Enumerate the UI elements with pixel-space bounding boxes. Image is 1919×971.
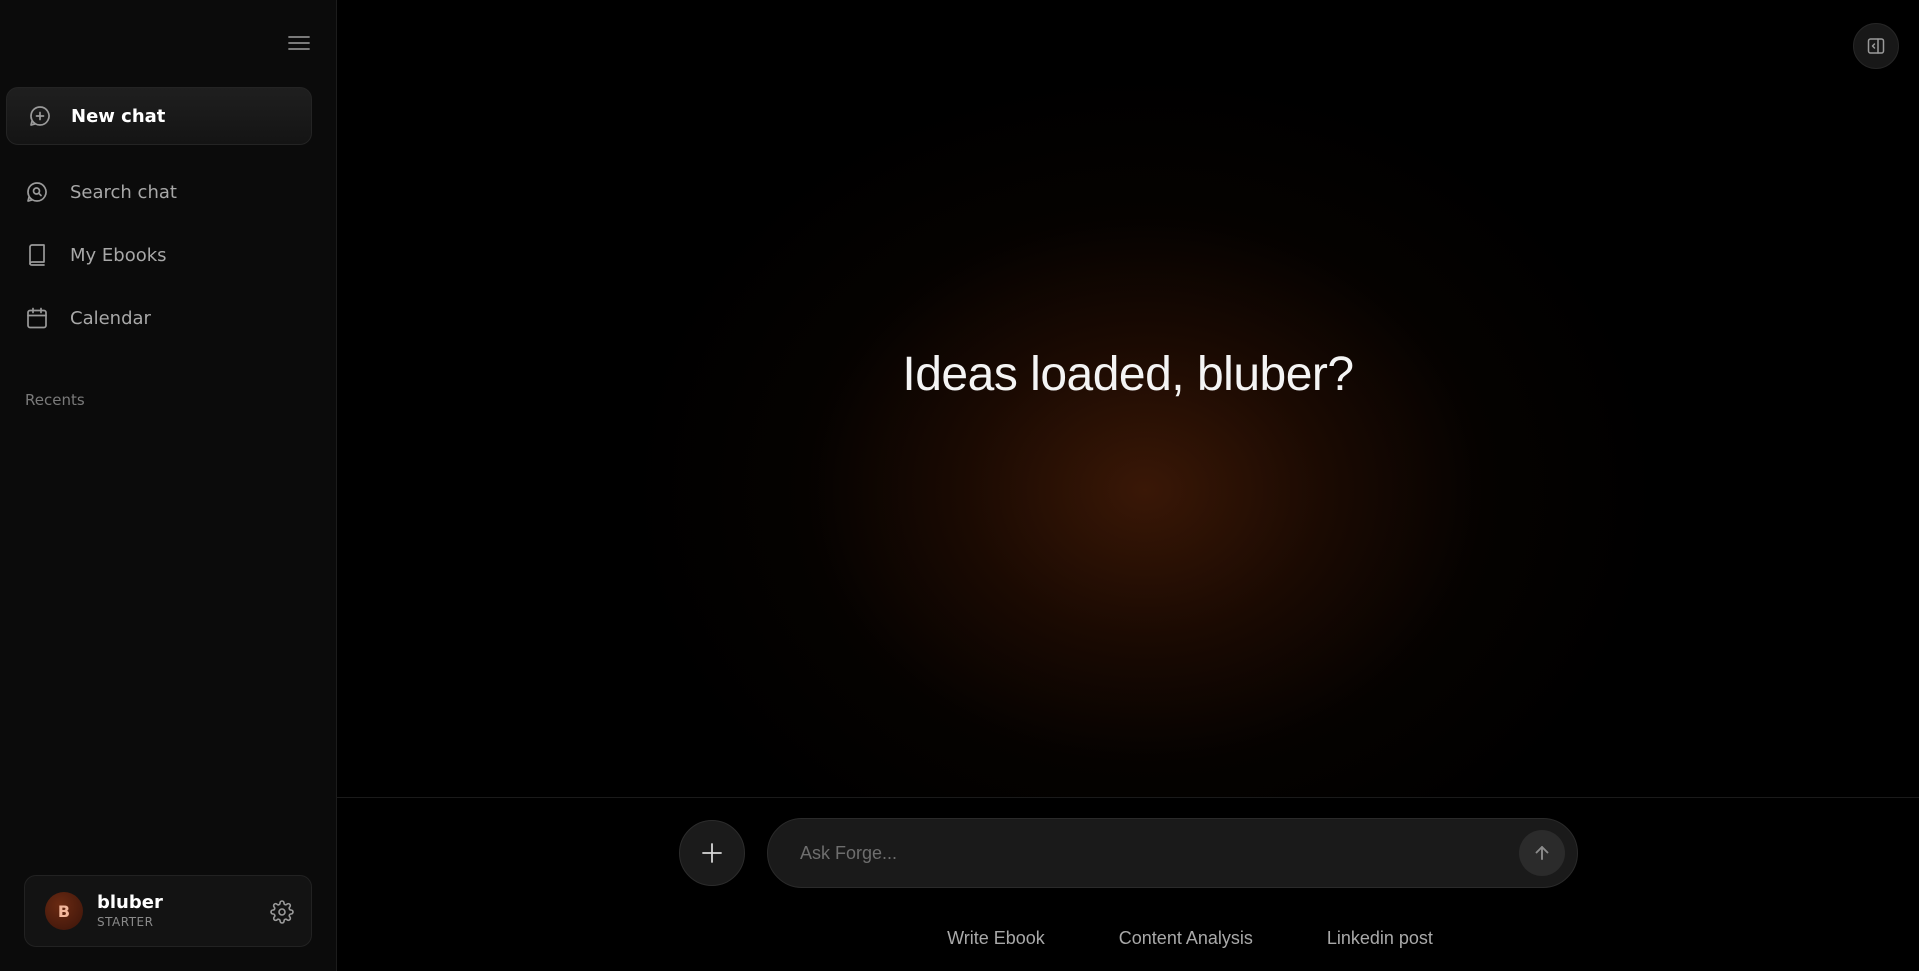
sidebar-menu-button[interactable] xyxy=(286,30,312,56)
book-icon xyxy=(24,242,50,268)
panel-collapse-icon xyxy=(1867,38,1885,54)
new-chat-label: New chat xyxy=(71,105,166,127)
send-button[interactable] xyxy=(1519,830,1565,876)
attach-button[interactable] xyxy=(679,820,745,886)
sidebar-item-my-ebooks[interactable]: My Ebooks xyxy=(24,235,314,275)
sidebar-item-calendar[interactable]: Calendar xyxy=(24,298,314,338)
sidebar-item-label: Search chat xyxy=(70,181,177,203)
suggestion-content-analysis[interactable]: Content Analysis xyxy=(1119,928,1253,949)
sidebar-item-label: Calendar xyxy=(70,307,151,329)
hamburger-menu-icon xyxy=(288,36,310,50)
user-plan-badge: STARTER xyxy=(97,915,154,929)
calendar-icon xyxy=(24,305,50,331)
user-info: bluber STARTER xyxy=(97,892,163,930)
plus-icon xyxy=(702,843,722,863)
settings-button[interactable] xyxy=(269,899,295,925)
sidebar-item-search-chat[interactable]: Search chat xyxy=(24,172,314,212)
user-name: bluber xyxy=(97,892,163,913)
composer xyxy=(767,818,1578,888)
user-profile-card[interactable]: B bluber STARTER xyxy=(24,875,312,947)
page-title: Ideas loaded, bluber? xyxy=(902,348,1354,401)
sidebar-item-label: My Ebooks xyxy=(70,244,167,266)
suggestion-linkedin-post[interactable]: Linkedin post xyxy=(1327,928,1433,949)
app-root: New chat Search chat My Ebooks Calendar … xyxy=(0,0,1919,971)
avatar: B xyxy=(45,892,83,930)
recents-heading: Recents xyxy=(25,391,85,409)
suggestion-list: Write Ebook Content Analysis Linkedin po… xyxy=(337,928,1919,949)
composer-divider xyxy=(337,797,1919,798)
chat-input[interactable] xyxy=(798,841,1519,865)
new-chat-button[interactable]: New chat xyxy=(6,87,312,145)
new-chat-icon xyxy=(27,103,53,129)
sidebar: New chat Search chat My Ebooks Calendar … xyxy=(0,0,337,971)
suggestion-write-ebook[interactable]: Write Ebook xyxy=(947,928,1045,949)
main-area: Ideas loaded, bluber? Write Ebook Conten… xyxy=(337,0,1919,971)
gear-icon xyxy=(270,900,294,924)
arrow-up-icon xyxy=(1535,846,1549,860)
search-chat-icon xyxy=(24,179,50,205)
toggle-panel-button[interactable] xyxy=(1853,23,1899,69)
